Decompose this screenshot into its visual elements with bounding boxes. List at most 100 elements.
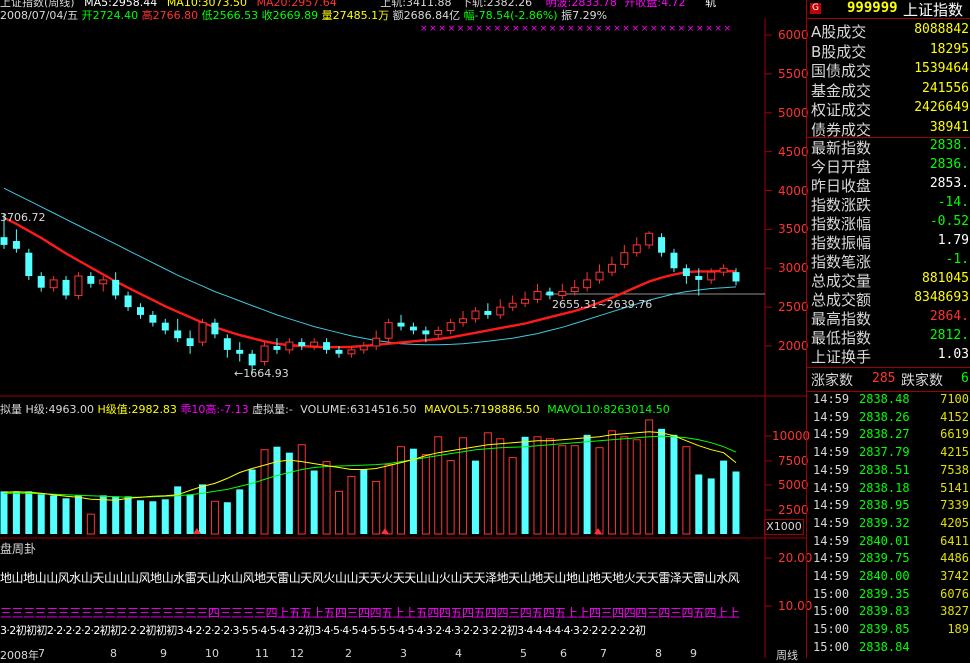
marker-x: × <box>696 24 704 34</box>
date-tick: 3 <box>400 647 407 660</box>
candle-body <box>645 232 654 246</box>
date-tick: 12 <box>290 647 304 660</box>
volume-bar <box>0 491 8 534</box>
stat-value: 38941 <box>929 119 969 135</box>
volume-bar <box>434 436 443 535</box>
tick-volume: 3742 <box>940 569 969 583</box>
candle-body <box>496 306 505 316</box>
stat-row: 基金成交 241556 <box>807 80 970 100</box>
volume-bar <box>322 461 331 535</box>
marker-x: × <box>678 24 686 34</box>
marker-x: × <box>668 24 676 34</box>
index-stat-row: 昨日收盘 2853. <box>807 175 970 195</box>
stat-row: B股成交 18295 <box>807 41 970 61</box>
volume-bar <box>707 478 715 534</box>
marker-x: × <box>705 24 713 34</box>
volume-bar <box>471 460 479 534</box>
tick-price: 2840.00 <box>859 569 910 583</box>
candle-body <box>459 318 468 324</box>
stat-label: 权证成交 <box>811 101 872 119</box>
index-stat-row: 指数笔涨 -1. <box>807 251 970 271</box>
candle-body <box>335 349 343 354</box>
date-tick: 2008年 <box>0 649 39 662</box>
volume-bar <box>583 434 591 534</box>
marker-x: × <box>438 24 446 34</box>
candle-body <box>732 272 740 282</box>
date-tick: 9 <box>690 647 697 660</box>
candle-body <box>323 342 331 350</box>
candle-body <box>558 291 567 296</box>
tick-row: 14:59 2840.00 3742 <box>807 569 970 588</box>
volume-bar <box>74 495 82 534</box>
volume-bar <box>620 436 629 535</box>
index-stat-row: 总成交额 8348693 <box>807 289 970 309</box>
candle-body <box>595 271 604 281</box>
candle-body <box>273 346 281 350</box>
tick-price: 2838.95 <box>859 498 910 513</box>
candle-body <box>533 291 542 300</box>
tick-time: 14:59 <box>813 445 850 460</box>
volume-bar <box>161 499 169 534</box>
marker-x: × <box>503 24 511 34</box>
volume-bar <box>409 448 417 534</box>
marker-x: × <box>687 24 695 34</box>
chart-canvas: × × × × × × × × × × × × × × × × × × × × × × × × × × × × × × × × × × <box>0 18 806 658</box>
volume-bar <box>595 447 604 535</box>
index-stat-label: 上证换手 <box>811 348 872 366</box>
volume-bar <box>260 449 269 535</box>
candle-body <box>422 330 430 335</box>
marker-x: × <box>420 24 428 34</box>
stat-label: B股成交 <box>811 42 867 61</box>
candle-body <box>570 287 579 293</box>
tick-row: 14:59 2838.51 7538 <box>807 463 970 482</box>
volume-bar <box>62 498 70 534</box>
date-tick: 10 <box>205 647 219 660</box>
marker-x: × <box>558 24 566 34</box>
candle-body <box>112 279 120 296</box>
volume-bar <box>285 452 293 534</box>
stat-row: 债券成交 38941 <box>807 119 970 139</box>
tick-price: 2838.18 <box>859 480 910 495</box>
date-tick: 5 <box>520 647 527 660</box>
vol-h4: 虚拟量:- <box>252 403 293 416</box>
period-label[interactable]: 周线 <box>776 647 798 663</box>
volume-bar <box>720 460 728 534</box>
vol-h6: MAVOL5:7198886.50 <box>424 403 540 416</box>
stat-row: 权证成交 2426649 <box>807 99 970 119</box>
volume-bar <box>508 457 517 535</box>
candle-body <box>347 349 356 355</box>
marker-x: × <box>604 24 612 34</box>
main-y-label: 5000 <box>778 105 809 120</box>
tick-row: 15:00 2839.83 3827 <box>807 604 970 623</box>
index-stat-value: 2853. <box>929 176 969 191</box>
main-y-label: 2500 <box>778 300 809 315</box>
marker-x: × <box>540 24 548 34</box>
candle-body <box>471 310 480 320</box>
tick-row: 14:59 2838.27 6619 <box>807 427 970 446</box>
marker-x: × <box>512 24 520 34</box>
date-tick: 9 <box>160 647 167 660</box>
marker-x: × <box>595 24 603 34</box>
stat-value: 18295 <box>929 41 969 57</box>
vol-h0: 拟量 <box>0 403 22 416</box>
divider-2 <box>807 367 970 368</box>
date-tick: 2 <box>345 647 352 660</box>
volume-bar <box>149 501 157 534</box>
date-tick: 11 <box>255 647 269 660</box>
vol-h5: VOLUME:6314516.50 <box>300 403 417 416</box>
tick-price: 2838.84 <box>859 639 910 654</box>
tick-volume: 4152 <box>940 409 969 424</box>
marker-x: × <box>659 24 667 34</box>
marker-x: × <box>484 24 492 34</box>
tick-row: 15:00 2839.85 189 <box>807 622 970 641</box>
candle-body <box>372 337 381 347</box>
date-tick: 8 <box>110 647 117 660</box>
volume-bar <box>25 491 33 534</box>
g-badge-icon[interactable]: G <box>810 3 821 14</box>
vol-y-10000: 10000 <box>772 429 811 443</box>
volume-bar <box>50 495 58 534</box>
index-stat-row: 总成交量 881045 <box>807 270 970 290</box>
marker-x: × <box>466 24 474 34</box>
candle-body <box>397 322 405 327</box>
tick-row: 15:00 2838.84 <box>807 640 970 659</box>
